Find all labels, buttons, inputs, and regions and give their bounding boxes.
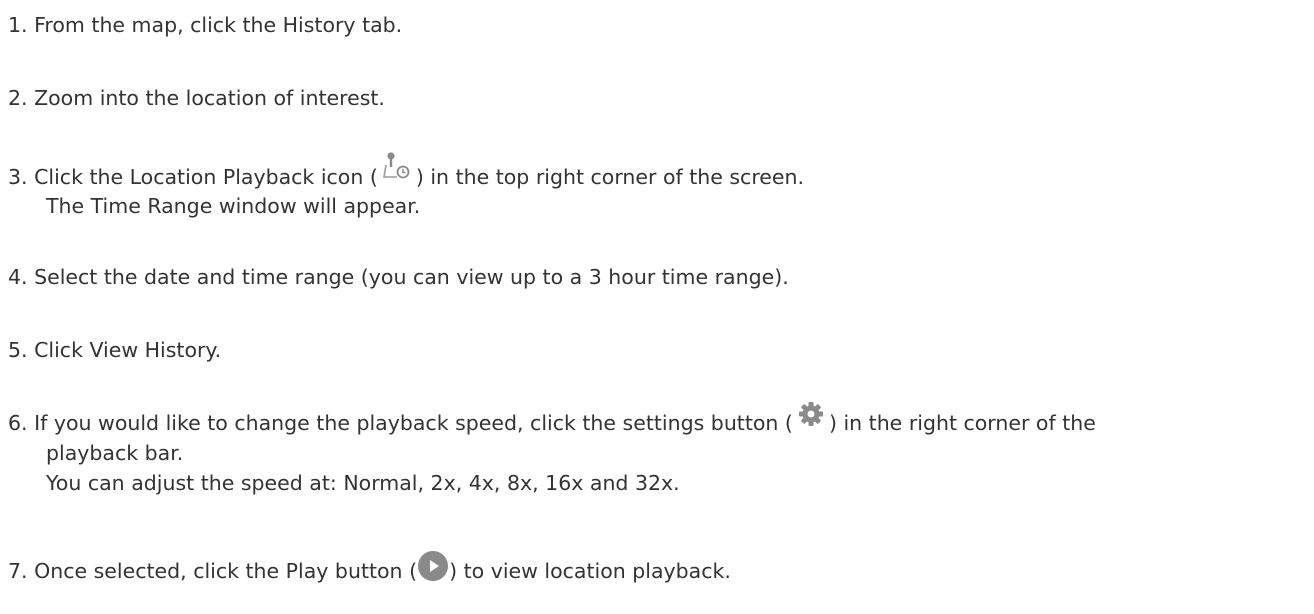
gear-icon [796, 399, 826, 429]
step-number: 7. [8, 559, 28, 583]
step-text: Select the date and time range (you can … [34, 265, 789, 289]
step-2: 2. Zoom into the location of interest. [8, 83, 1308, 113]
step-5: 5. Click View History. [8, 335, 1308, 365]
step-7: 7. Once selected, click the Play button … [8, 551, 1308, 586]
step-note: playback bar. [46, 441, 184, 465]
location-playback-icon [380, 149, 414, 183]
step-text: If you would like to change the playback… [34, 411, 793, 435]
step-text: Once selected, click the Play button ( [34, 559, 418, 583]
step-number: 6. [8, 411, 28, 435]
step-number: 2. [8, 86, 28, 110]
step-6: 6. If you would like to change the playb… [8, 402, 1308, 498]
step-note: The Time Range window will appear. [46, 194, 421, 218]
step-number: 1. [8, 13, 28, 37]
step-number: 4. [8, 265, 28, 289]
step-text: ) in the right corner of the [828, 411, 1096, 435]
step-text: ) in the top right corner of the screen. [415, 165, 805, 189]
step-text: Zoom into the location of interest. [34, 86, 385, 110]
step-text: Click View History. [34, 338, 222, 362]
step-1: 1. From the map, click the History tab. [8, 10, 1308, 40]
step-note: You can adjust the speed at: Normal, 2x,… [46, 471, 680, 495]
step-text: Click the Location Playback icon ( [34, 165, 378, 189]
step-4: 4. Select the date and time range (you c… [8, 262, 1308, 292]
step-text: ) to view location playback. [449, 559, 731, 583]
play-icon [417, 550, 449, 582]
step-text: From the map, click the History tab. [34, 13, 403, 37]
step-number: 3. [8, 165, 28, 189]
step-3: 3. Click the Location Playback icon ( ) … [8, 152, 1308, 221]
step-number: 5. [8, 338, 28, 362]
